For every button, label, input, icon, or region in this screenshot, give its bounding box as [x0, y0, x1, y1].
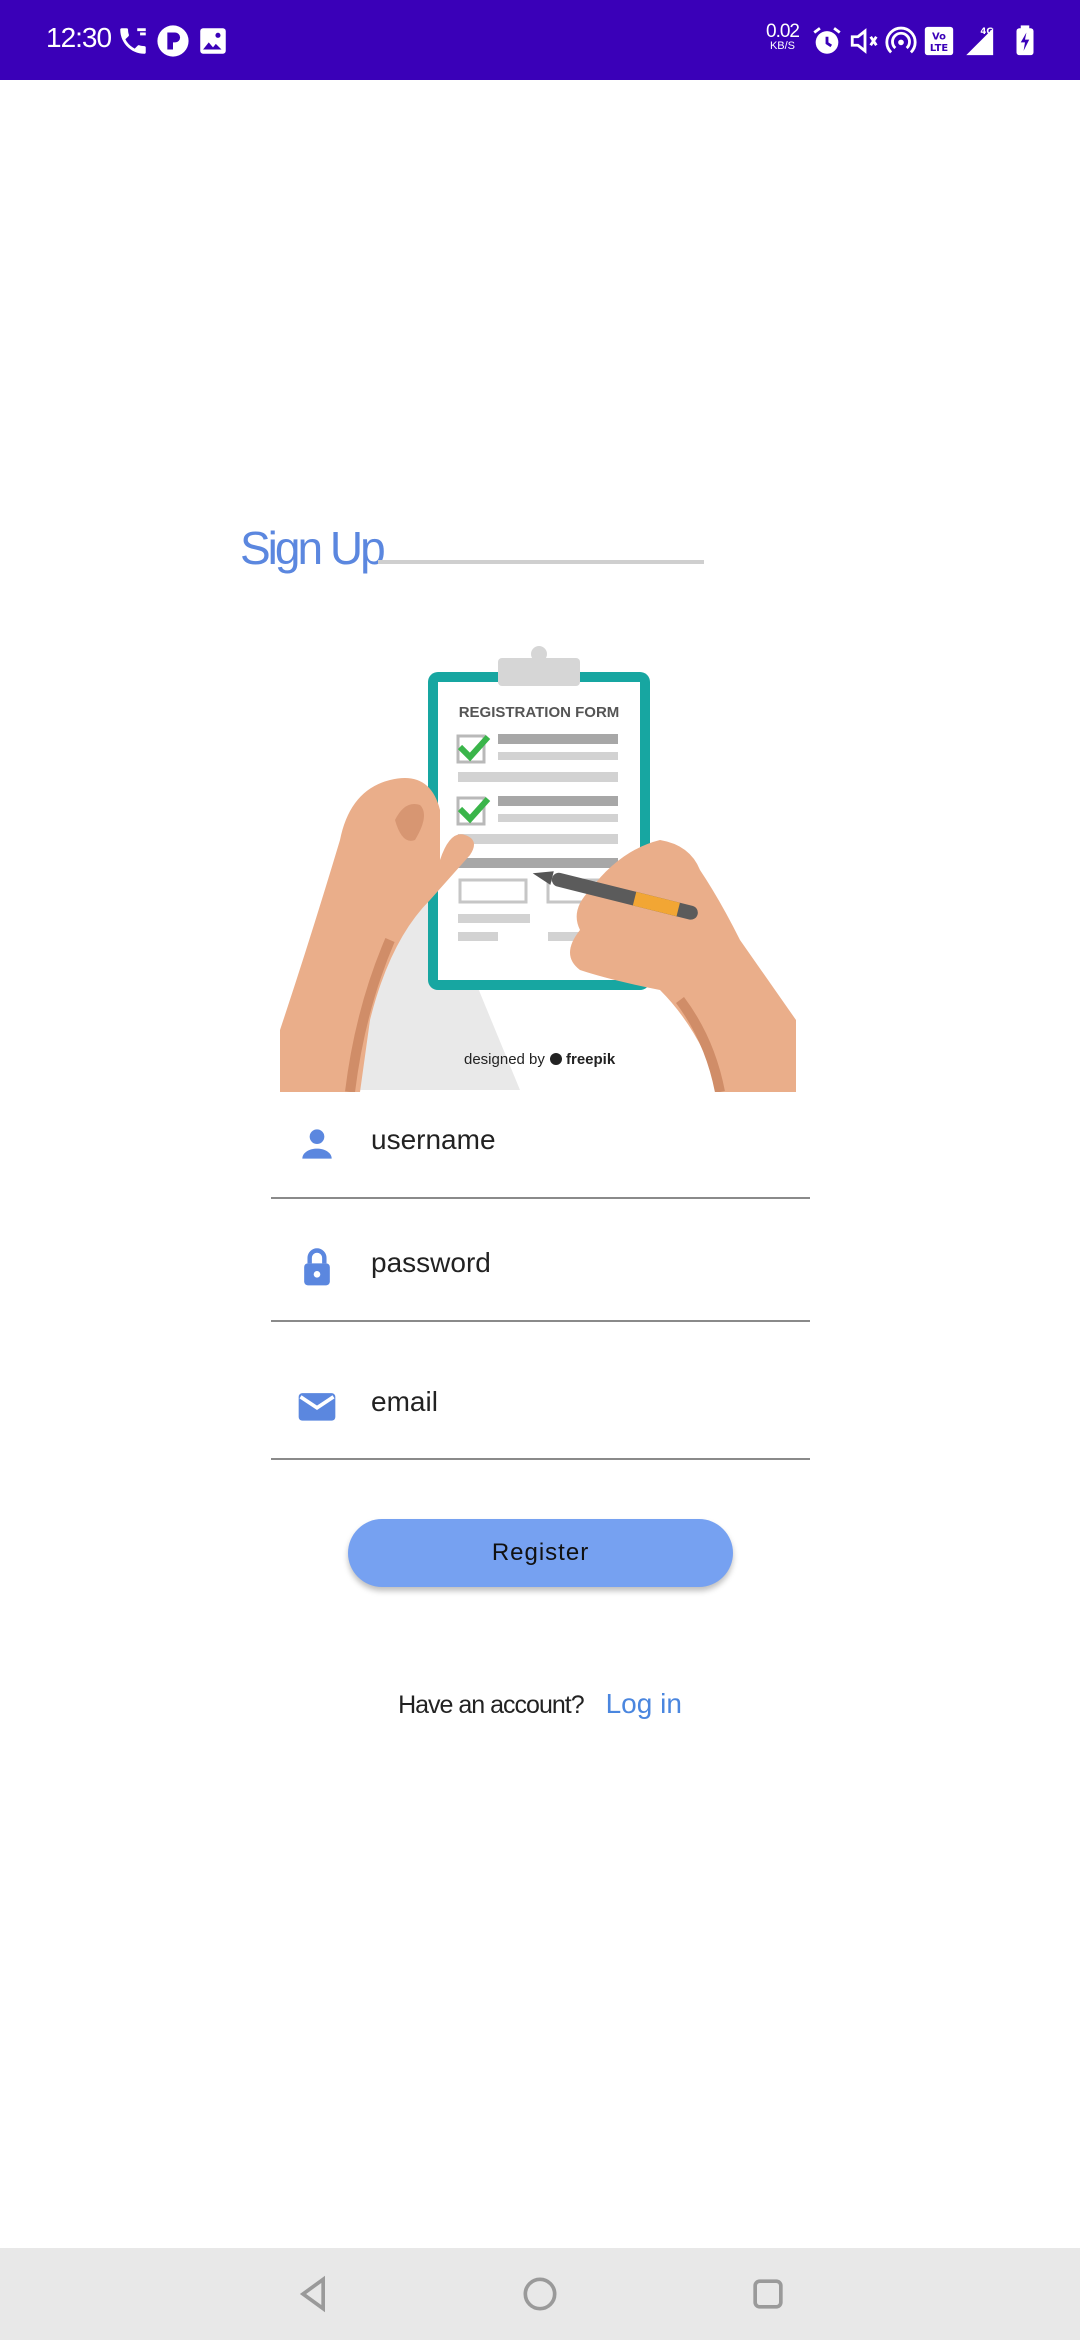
login-link[interactable]: Log in: [606, 1688, 682, 1719]
svg-text:4G: 4G: [980, 27, 993, 37]
svg-text:LTE: LTE: [930, 43, 948, 54]
username-underline: [271, 1197, 810, 1199]
password-input[interactable]: password: [371, 1247, 491, 1279]
status-bar: 12:30 0.02 KB/S Vo LTE 4G: [0, 0, 1080, 80]
phone-icon: [120, 28, 146, 54]
image-icon: [200, 28, 226, 54]
registration-illustration: REGISTRATION FORM designed by freepik: [280, 646, 796, 1092]
alarm-icon: [813, 27, 841, 54]
vibrate-icon: [850, 28, 878, 54]
navigation-bar: [0, 2248, 1080, 2340]
page-title: Sign Up: [240, 522, 386, 574]
status-time: 12:30: [46, 22, 112, 53]
email-input[interactable]: email: [371, 1386, 438, 1418]
signal-icon: 4G: [966, 27, 993, 56]
svg-text:Vo: Vo: [932, 32, 946, 43]
recents-icon[interactable]: [746, 2272, 790, 2316]
freepik-logo-icon: [550, 1053, 562, 1065]
volte-icon: Vo LTE: [924, 26, 954, 56]
form-heading: REGISTRATION FORM: [459, 704, 620, 721]
credit-prefix: designed by: [464, 1051, 545, 1068]
username-input[interactable]: username: [371, 1124, 496, 1156]
account-prompt: Have an account?: [398, 1691, 585, 1719]
hotspot-icon: [885, 26, 917, 54]
username-field[interactable]: username: [271, 1096, 810, 1199]
register-button[interactable]: Register: [348, 1519, 733, 1587]
password-field[interactable]: password: [271, 1219, 810, 1322]
app-notification-icon: [157, 25, 189, 57]
home-icon[interactable]: [518, 2272, 562, 2316]
password-underline: [271, 1320, 810, 1322]
account-row: Have an account? Log in: [0, 1688, 1080, 1720]
battery-icon: [1016, 25, 1034, 56]
net-speed: 0.02 KB/S: [766, 21, 800, 52]
person-icon: [302, 1129, 332, 1159]
lock-icon: [304, 1248, 330, 1286]
email-underline: [271, 1458, 810, 1460]
back-icon[interactable]: [292, 2272, 336, 2316]
email-field[interactable]: email: [271, 1340, 810, 1460]
title-divider: [378, 560, 704, 564]
mail-icon: [298, 1393, 336, 1421]
credit-brand: freepik: [566, 1051, 616, 1068]
